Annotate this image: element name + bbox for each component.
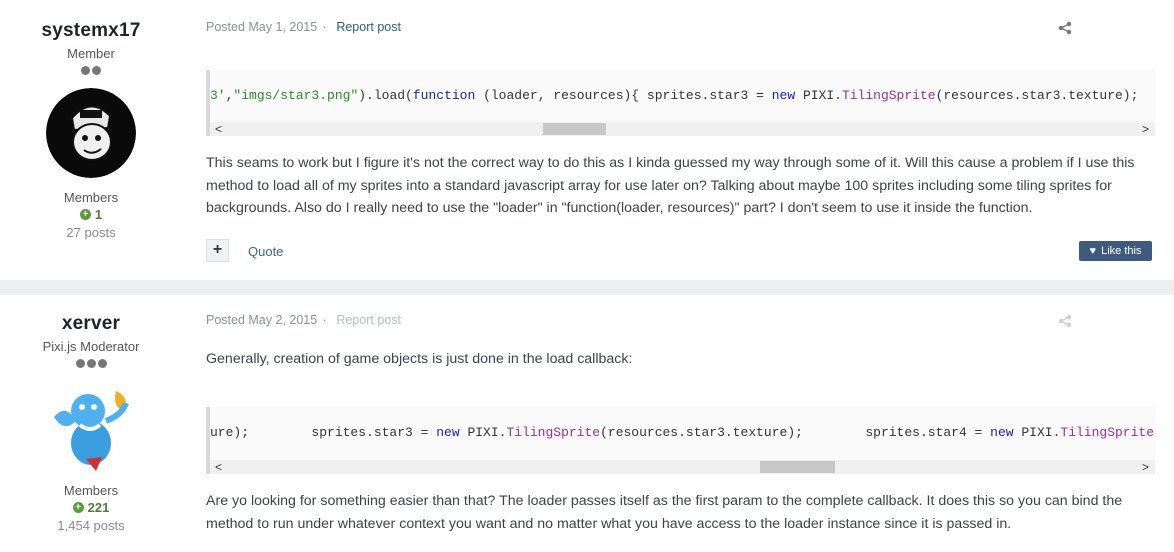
share-icon[interactable] (1058, 314, 1072, 328)
report-post-link[interactable]: Report post (336, 20, 401, 34)
code-token: TilingSprite (841, 88, 936, 103)
post-count: 27 posts (66, 225, 116, 240)
scroll-right-icon[interactable]: > (1142, 122, 1149, 136)
plus-circle-icon: + (72, 502, 84, 513)
rank-dot-icon (86, 359, 96, 368)
multiquote-button[interactable]: + (206, 239, 229, 262)
author-group: Members (63, 190, 119, 205)
rank-dot-icon (97, 359, 107, 368)
post-date: Posted May 2, 2015 (206, 313, 318, 327)
post-meta: Posted May 1, 2015 · Report post (206, 20, 401, 34)
code-token: (loader, resources){ sprites.star3 = (475, 88, 772, 103)
code-token: ure); sprites.star3 = (210, 425, 437, 440)
post-count: 1,454 posts (57, 518, 125, 533)
code-token: new (990, 425, 1014, 440)
post-1: systemx17 Member Members + 1 27 posts Po… (0, 0, 1174, 280)
report-post-link[interactable]: Report post (336, 313, 401, 327)
code-token: 3' (210, 88, 226, 103)
horizontal-scrollbar[interactable]: < > (210, 460, 1155, 474)
post-date: Posted May 1, 2015 (206, 20, 318, 34)
author-panel: xerver Pixi.js Moderator Members + 221 1… (0, 295, 182, 533)
author-panel: systemx17 Member Members + 1 27 posts (0, 0, 182, 240)
code-token: new (771, 88, 796, 103)
code-token: new (436, 425, 460, 440)
code-token: (resources.star3.texture); (935, 88, 1139, 103)
reputation-count: 221 (87, 500, 110, 515)
code-token: ).load( (358, 88, 413, 103)
code-token: function (412, 88, 476, 103)
author-name[interactable]: systemx17 (0, 20, 182, 42)
avatar[interactable] (46, 88, 136, 178)
code-line: ure); sprites.star3 = new PIXI.TilingSpr… (210, 407, 1155, 458)
like-label: Like this (1101, 245, 1142, 257)
scroll-right-icon[interactable]: > (1142, 460, 1149, 474)
code-token: (resources.star3.texture); sprites.star4… (600, 425, 991, 440)
plus-circle-icon: + (79, 209, 91, 220)
rank-dots (0, 66, 182, 76)
code-token: "imgs/star3.png" (233, 88, 359, 103)
rank-dots (0, 359, 182, 369)
quote-button[interactable]: Quote (248, 244, 283, 259)
reputation: + 221 (0, 500, 182, 515)
reputation-count: 1 (94, 207, 103, 222)
rank-dot-icon (81, 66, 90, 75)
post-body: This seams to work but I figure it's not… (206, 155, 1135, 216)
scroll-left-icon[interactable]: < (215, 460, 222, 474)
code-token: PIXI. (795, 88, 842, 103)
heart-icon: ♥ (1089, 245, 1097, 257)
share-icon[interactable] (1058, 21, 1072, 35)
code-token: PIXI. (459, 425, 507, 440)
rank-dot-icon (92, 66, 101, 75)
post-body: Are yo looking for something easier than… (206, 493, 1123, 532)
post-meta: Posted May 2, 2015 · Report post (206, 313, 401, 327)
code-token: TilingSprite (1060, 425, 1155, 440)
post-intro: Generally, creation of game objects is j… (206, 351, 633, 367)
code-block[interactable]: 3',"imgs/star3.png").load(function (load… (206, 70, 1155, 136)
author-name[interactable]: xerver (0, 313, 182, 335)
author-group: Members (63, 483, 119, 498)
scroll-left-icon[interactable]: < (215, 122, 222, 136)
author-title: Pixi.js Moderator (42, 339, 140, 354)
meta-separator: · (322, 20, 327, 34)
avatar[interactable] (46, 381, 136, 471)
scroll-thumb[interactable] (760, 461, 835, 473)
code-line: 3',"imgs/star3.png").load(function (load… (210, 70, 1155, 121)
scroll-thumb[interactable] (543, 123, 606, 135)
meta-separator: · (322, 313, 327, 327)
code-block[interactable]: ure); sprites.star3 = new PIXI.TilingSpr… (206, 407, 1155, 474)
reputation: + 1 (0, 207, 182, 222)
author-title: Member (67, 46, 115, 61)
like-button[interactable]: ♥ Like this (1079, 241, 1152, 261)
horizontal-scrollbar[interactable]: < > (210, 122, 1155, 136)
rank-dot-icon (75, 359, 85, 368)
code-token: PIXI. (1013, 425, 1061, 440)
code-token: TilingSprite (506, 425, 601, 440)
